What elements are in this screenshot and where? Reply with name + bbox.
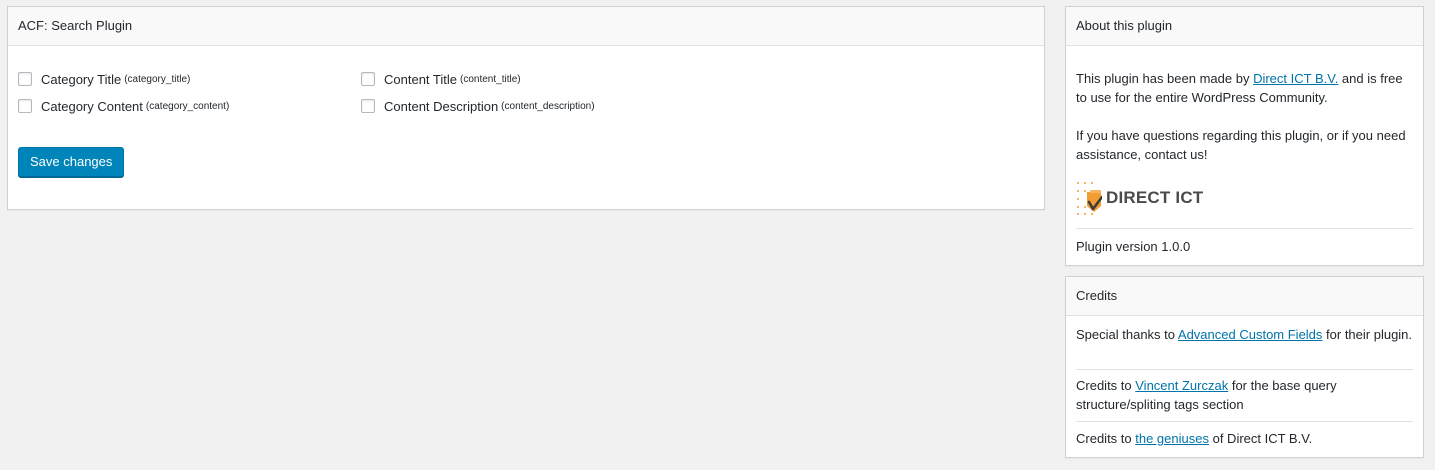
content-title-checkbox[interactable] <box>361 72 375 86</box>
option-label[interactable]: Category Content <box>41 99 143 114</box>
settings-panel-title: ACF: Search Plugin <box>8 7 1044 46</box>
option-label[interactable]: Category Title <box>41 72 121 87</box>
text-segment: of Direct ICT B.V. <box>1208 431 1313 446</box>
about-panel-title: About this plugin <box>1066 7 1423 46</box>
option-category-content[interactable]: Category Content (category_content) <box>18 96 229 116</box>
text-segment: for their plugin. <box>1322 327 1413 342</box>
credits-panel: Credits Special thanks to Advanced Custo… <box>1065 276 1424 458</box>
text-segment: This plugin has been made by <box>1076 71 1254 86</box>
credit-geniuses: Credits to the geniuses of Direct ICT B.… <box>1076 429 1413 448</box>
plugin-version: Plugin version 1.0.0 <box>1076 239 1191 254</box>
option-content-title[interactable]: Content Title (content_title) <box>361 69 521 89</box>
text-segment: Credits to <box>1076 378 1136 393</box>
direct-ict-logo: DIRECT ICT <box>1076 179 1203 217</box>
divider <box>1076 421 1413 422</box>
credits-panel-title: Credits <box>1066 277 1423 316</box>
about-panel: About this plugin This plugin has been m… <box>1065 6 1424 266</box>
save-changes-button[interactable]: Save changes <box>18 147 125 177</box>
option-key: (category_content) <box>145 100 230 112</box>
option-label[interactable]: Content Description <box>384 99 498 114</box>
text-segment: Credits to <box>1076 431 1136 446</box>
option-category-title[interactable]: Category Title (category_title) <box>18 69 190 89</box>
direct-ict-logo-icon <box>1077 182 1102 215</box>
option-key: (content_title) <box>460 73 521 85</box>
option-label[interactable]: Content Title <box>384 72 457 87</box>
option-content-description[interactable]: Content Description (content_description… <box>361 96 595 116</box>
about-made-by-text: This plugin has been made by Direct ICT … <box>1076 69 1413 107</box>
divider <box>1076 369 1413 370</box>
vincent-zurczak-link[interactable]: Vincent Zurczak <box>1135 378 1228 393</box>
content-description-checkbox[interactable] <box>361 99 375 113</box>
divider <box>1076 228 1413 229</box>
option-key: (content_description) <box>501 100 595 112</box>
the-geniuses-link[interactable]: the geniuses <box>1135 431 1209 446</box>
credit-vincent: Credits to Vincent Zurczak for the base … <box>1076 376 1413 414</box>
credit-acf: Special thanks to Advanced Custom Fields… <box>1076 325 1413 344</box>
about-contact-text: If you have questions regarding this plu… <box>1076 128 1406 162</box>
category-title-checkbox[interactable] <box>18 72 32 86</box>
option-key: (category_title) <box>124 73 191 85</box>
advanced-custom-fields-link[interactable]: Advanced Custom Fields <box>1178 327 1323 342</box>
settings-panel: ACF: Search Plugin Category Title (categ… <box>7 6 1045 210</box>
logo-text: DIRECT ICT <box>1106 188 1204 207</box>
direct-ict-link[interactable]: Direct ICT B.V. <box>1253 71 1338 86</box>
category-content-checkbox[interactable] <box>18 99 32 113</box>
text-segment: Special thanks to <box>1076 327 1178 342</box>
